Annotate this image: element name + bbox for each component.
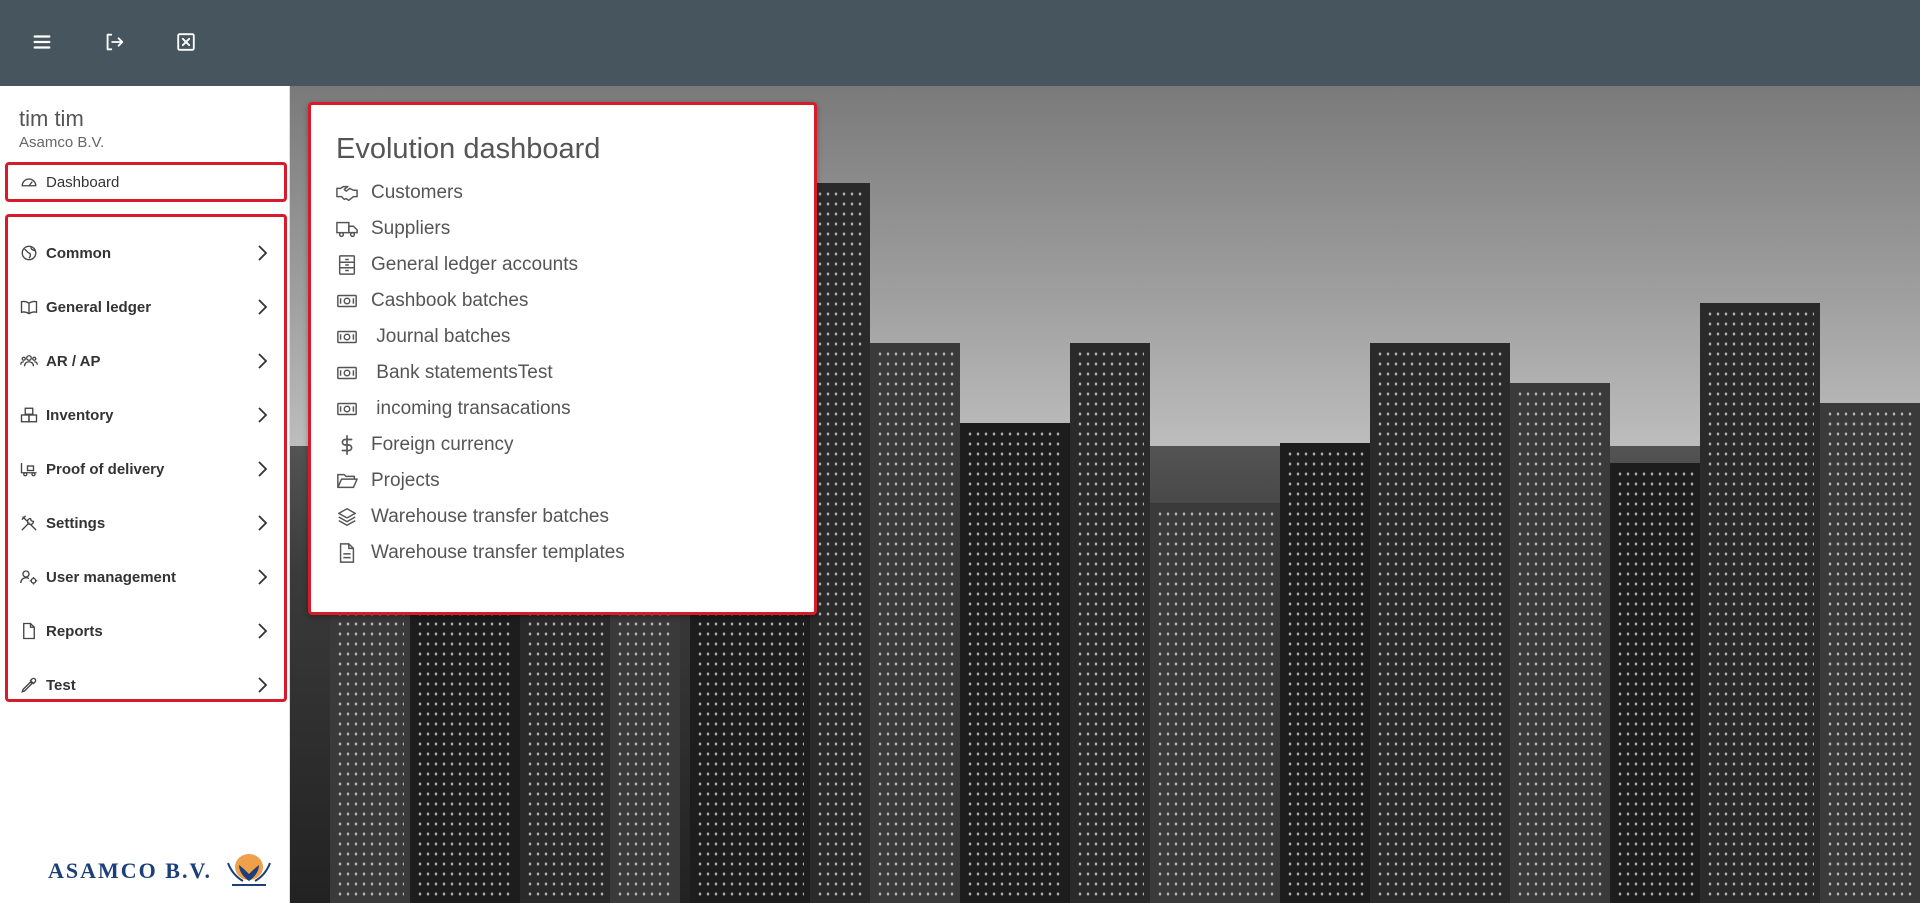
money-bill-icon [335,325,359,349]
company-logo: ASAMCO B.V. [48,851,276,891]
chevron-right-icon [258,407,268,423]
file-icon [20,622,38,640]
link-foreign-currency[interactable]: Foreign currency [335,431,514,459]
sidebar-item-label: Settings [46,514,106,532]
link-label: Projects [371,470,440,491]
sidebar-item-label: Dashboard [46,173,120,191]
archive-icon [335,253,359,277]
money-bill-icon [335,289,359,313]
link-customers[interactable]: Customers [335,179,463,207]
sidebar-item-test[interactable]: Test [8,665,284,705]
gauge-icon [20,173,38,191]
chevron-right-icon [258,515,268,531]
users-icon [20,352,38,370]
link-projects[interactable]: Projects [335,467,440,495]
money-bill-icon [335,361,359,385]
sidebar-item-label: General ledger [46,298,152,316]
sidebar-item-reports[interactable]: Reports [8,611,284,651]
link-label: Warehouse transfer batches [371,506,609,527]
link-label: incoming transacations [371,398,571,419]
chevron-right-icon [258,245,268,261]
sidebar-item-inventory[interactable]: Inventory [8,395,284,435]
link-incoming-transactions[interactable]: incoming transacations [335,395,571,423]
close-window-icon[interactable] [170,26,202,58]
sidebar-item-common[interactable]: Common [8,233,284,273]
link-label: Journal batches [371,326,511,347]
link-bank-statements[interactable]: Bank statementsTest [335,359,553,387]
sidebar-item-settings[interactable]: Settings [8,503,284,543]
sidebar-item-label: AR / AP [46,352,101,370]
sidebar-item-label: Test [46,676,76,694]
sidebar-item-proof-of-delivery[interactable]: Proof of delivery [8,449,284,489]
handshake-icon [335,181,359,205]
boxes-icon [20,406,38,424]
evolution-dashboard-panel: Evolution dashboard Customers Suppliers … [308,102,817,615]
link-journal-batches[interactable]: Journal batches [335,323,510,351]
document-icon [335,541,359,565]
folder-open-icon [335,469,359,493]
sidebar-item-label: User management [46,568,177,586]
menu-icon[interactable] [26,26,58,58]
link-suppliers[interactable]: Suppliers [335,215,450,243]
link-label: Bank statementsTest [371,362,553,383]
link-general-ledger-accounts[interactable]: General ledger accounts [335,251,578,279]
chevron-right-icon [258,623,268,639]
chevron-right-icon [258,461,268,477]
eyedropper-icon [20,676,38,694]
link-label: Cashbook batches [371,290,529,311]
user-company: Asamco B.V. [19,134,105,151]
tools-icon [20,514,38,532]
panel-title: Evolution dashboard [336,133,601,165]
book-icon [20,298,38,316]
delivery-icon [20,460,38,478]
link-cashbook-batches[interactable]: Cashbook batches [335,287,528,315]
sidebar-item-label: Common [46,244,111,262]
top-bar [0,0,1920,86]
link-label: Suppliers [371,218,451,239]
link-label: Customers [371,182,463,203]
sidebar-item-label: Reports [46,622,103,640]
chevron-right-icon [258,677,268,693]
sidebar-item-general-ledger[interactable]: General ledger [8,287,284,327]
money-bill-icon [335,397,359,421]
sidebar: tim tim Asamco B.V. Dashboard Common Gen… [0,86,290,903]
sidebar-menu: Common General ledger AR / AP Inventory … [5,214,287,702]
globe-icon [20,244,38,262]
link-warehouse-transfer-templates[interactable]: Warehouse transfer templates [335,539,625,567]
sidebar-item-label: Inventory [46,406,114,424]
link-label: Foreign currency [371,434,514,455]
sidebar-item-label: Proof of delivery [46,460,165,478]
sidebar-item-user-management[interactable]: User management [8,557,284,597]
user-cog-icon [20,568,38,586]
dollar-icon [335,433,359,457]
truck-icon [335,217,359,241]
sidebar-item-dashboard[interactable]: Dashboard [5,162,287,202]
logo-text: ASAMCO B.V. [48,858,213,883]
logout-icon[interactable] [98,26,130,58]
user-name: tim tim [19,106,84,131]
chevron-right-icon [258,353,268,369]
link-label: General ledger accounts [371,254,579,275]
chevron-right-icon [258,299,268,315]
chevron-right-icon [258,569,268,585]
sidebar-item-ar-ap[interactable]: AR / AP [8,341,284,381]
phoenix-logo-icon [227,854,271,886]
link-label: Warehouse transfer templates [371,542,625,563]
link-warehouse-transfer-batches[interactable]: Warehouse transfer batches [335,503,609,531]
layers-icon [335,505,359,529]
